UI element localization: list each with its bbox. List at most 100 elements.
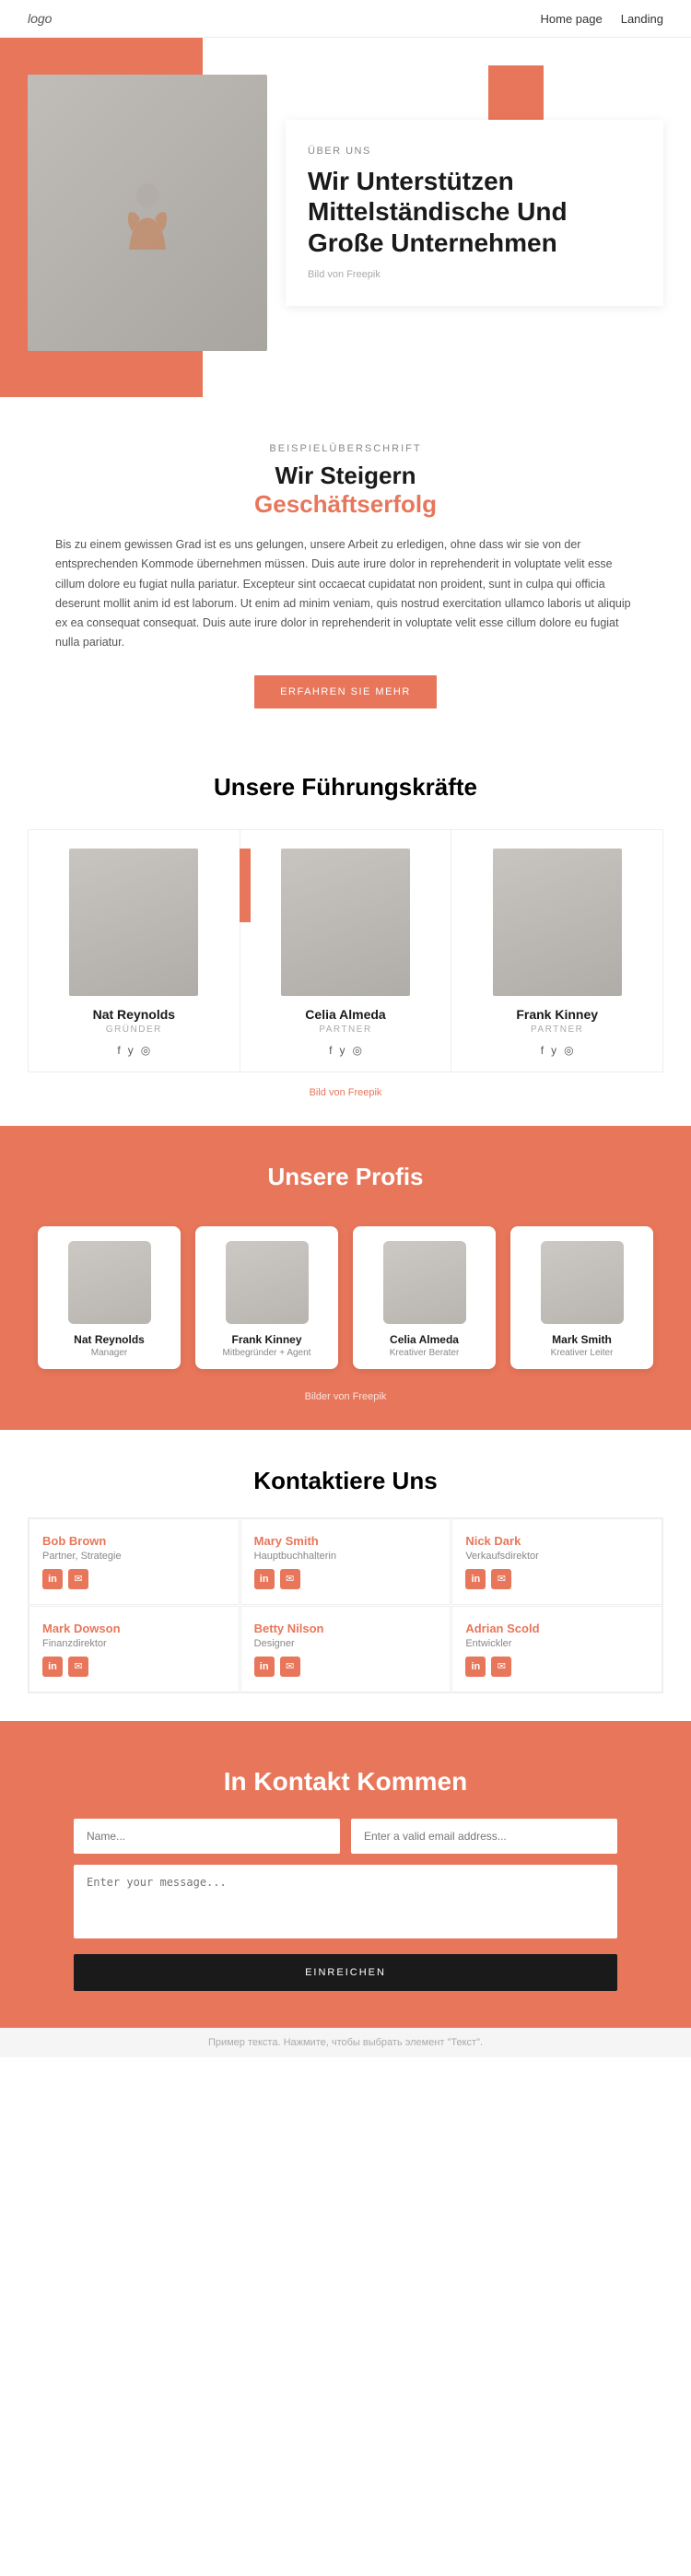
profi-name-1: Frank Kinney <box>206 1333 327 1346</box>
profi-image-0 <box>68 1241 151 1324</box>
submit-button[interactable]: EINREICHEN <box>74 1954 617 1991</box>
steigern-tag: BEISPIELÜBERSCHRIFT <box>55 443 636 454</box>
leadership-grid: Nat Reynolds GRÜNDER f y ◎ Celia Almeda … <box>28 829 663 1072</box>
kontakt-role-2: Verkaufsdirektor <box>465 1551 649 1562</box>
leader-socials-0: f y ◎ <box>117 1044 150 1057</box>
nav-landing[interactable]: Landing <box>621 12 663 26</box>
email-icon[interactable]: ✉ <box>491 1657 511 1677</box>
leader-accent <box>240 849 251 922</box>
hero-text-card: ÜBER UNS Wir Unterstützen Mittelständisc… <box>286 120 663 307</box>
kontakt-name-4: Betty Nilson <box>254 1622 438 1635</box>
instagram-icon[interactable]: ◎ <box>141 1044 150 1057</box>
profis-section: Unsere Profis Nat Reynolds Manager Frank… <box>0 1126 691 1430</box>
linkedin-icon[interactable]: in <box>254 1657 275 1677</box>
form-title: In Kontakt Kommen <box>74 1767 617 1797</box>
linkedin-icon[interactable]: in <box>465 1657 486 1677</box>
hero-section: ÜBER UNS Wir Unterstützen Mittelständisc… <box>0 38 691 397</box>
kontakt-icons-4: in ✉ <box>254 1657 438 1677</box>
kontakt-role-3: Finanzdirektor <box>42 1638 226 1649</box>
email-icon[interactable]: ✉ <box>280 1569 300 1589</box>
profi-role-3: Kreativer Leiter <box>521 1348 642 1358</box>
twitter-icon[interactable]: y <box>128 1044 134 1057</box>
linkedin-icon[interactable]: in <box>465 1569 486 1589</box>
kontakt-role-0: Partner, Strategie <box>42 1551 226 1562</box>
kontakt-icons-5: in ✉ <box>465 1657 649 1677</box>
leader-image-1 <box>281 849 410 996</box>
profi-image-1 <box>226 1241 309 1324</box>
leader-role-1: PARTNER <box>319 1025 371 1035</box>
profi-card-0: Nat Reynolds Manager <box>38 1226 181 1369</box>
facebook-icon[interactable]: f <box>541 1044 544 1057</box>
email-icon[interactable]: ✉ <box>68 1657 88 1677</box>
leader-role-0: GRÜNDER <box>106 1025 162 1035</box>
kontakt-icons-3: in ✉ <box>42 1657 226 1677</box>
leader-image-0 <box>69 849 198 996</box>
twitter-icon[interactable]: y <box>551 1044 556 1057</box>
profis-note: Bilder von Freepik <box>18 1391 673 1402</box>
name-input[interactable] <box>74 1819 340 1854</box>
message-input[interactable] <box>74 1865 617 1938</box>
profi-image-3 <box>541 1241 624 1324</box>
kontakt-section: Kontaktiere Uns Bob Brown Partner, Strat… <box>0 1430 691 1721</box>
leader-name-0: Nat Reynolds <box>93 1007 175 1022</box>
leader-image-2 <box>493 849 622 996</box>
kontakt-name-0: Bob Brown <box>42 1534 226 1548</box>
kontakt-name-5: Adrian Scold <box>465 1622 649 1635</box>
email-icon[interactable]: ✉ <box>491 1569 511 1589</box>
form-section: In Kontakt Kommen EINREICHEN <box>0 1721 691 2028</box>
leader-socials-2: f y ◎ <box>541 1044 574 1057</box>
leadership-title: Unsere Führungskräfte <box>28 773 663 802</box>
hero-image-placeholder <box>28 75 267 351</box>
leader-name-1: Celia Almeda <box>305 1007 385 1022</box>
steigern-section: BEISPIELÜBERSCHRIFT Wir Steigern Geschäf… <box>0 397 691 736</box>
profis-title: Unsere Profis <box>18 1163 673 1191</box>
twitter-icon[interactable]: y <box>339 1044 345 1057</box>
kontakt-title: Kontaktiere Uns <box>28 1467 663 1495</box>
kontakt-icons-0: in ✉ <box>42 1569 226 1589</box>
profi-card-2: Celia Almeda Kreativer Berater <box>353 1226 496 1369</box>
linkedin-icon[interactable]: in <box>254 1569 275 1589</box>
email-input[interactable] <box>351 1819 617 1854</box>
leader-socials-1: f y ◎ <box>329 1044 362 1057</box>
email-icon[interactable]: ✉ <box>280 1657 300 1677</box>
linkedin-icon[interactable]: in <box>42 1569 63 1589</box>
nav-home[interactable]: Home page <box>541 12 603 26</box>
kontakt-role-1: Hauptbuchhalterin <box>254 1551 438 1562</box>
instagram-icon[interactable]: ◎ <box>564 1044 573 1057</box>
kontakt-card-2: Nick Dark Verkaufsdirektor in ✉ <box>451 1518 662 1605</box>
profi-name-3: Mark Smith <box>521 1333 642 1346</box>
linkedin-icon[interactable]: in <box>42 1657 63 1677</box>
kontakt-role-5: Entwickler <box>465 1638 649 1649</box>
facebook-icon[interactable]: f <box>329 1044 332 1057</box>
steigern-body: Bis zu einem gewissen Grad ist es uns ge… <box>55 535 636 653</box>
kontakt-card-0: Bob Brown Partner, Strategie in ✉ <box>29 1518 240 1605</box>
facebook-icon[interactable]: f <box>117 1044 120 1057</box>
freepik-note: Bild von Freepik <box>28 1087 663 1098</box>
kontakt-name-2: Nick Dark <box>465 1534 649 1548</box>
kontakt-card-1: Mary Smith Hauptbuchhalterin in ✉ <box>240 1518 451 1605</box>
navigation: logo Home page Landing <box>0 0 691 38</box>
leader-role-2: PARTNER <box>531 1025 583 1035</box>
email-icon[interactable]: ✉ <box>68 1569 88 1589</box>
profi-card-1: Frank Kinney Mitbegründer + Agent <box>195 1226 338 1369</box>
nav-links: Home page Landing <box>541 12 664 26</box>
logo: logo <box>28 11 52 26</box>
hero-title: Wir Unterstützen Mittelständische Und Gr… <box>308 166 641 259</box>
steigern-btn[interactable]: ERFAHREN SIE MEHR <box>254 675 437 708</box>
leader-name-2: Frank Kinney <box>516 1007 598 1022</box>
profi-role-0: Manager <box>49 1348 170 1358</box>
kontakt-card-5: Adrian Scold Entwickler in ✉ <box>451 1606 662 1692</box>
profi-role-2: Kreativer Berater <box>364 1348 485 1358</box>
steigern-title: Wir Steigern Geschäftserfolg <box>55 462 636 519</box>
kontakt-card-3: Mark Dowson Finanzdirektor in ✉ <box>29 1606 240 1692</box>
hero-tag: ÜBER UNS <box>308 146 641 157</box>
kontakt-grid: Bob Brown Partner, Strategie in ✉ Mary S… <box>28 1517 663 1693</box>
kontakt-name-3: Mark Dowson <box>42 1622 226 1635</box>
kontakt-card-4: Betty Nilson Designer in ✉ <box>240 1606 451 1692</box>
instagram-icon[interactable]: ◎ <box>352 1044 361 1057</box>
hero-image <box>28 75 267 351</box>
kontakt-name-1: Mary Smith <box>254 1534 438 1548</box>
footer-note: Пример текста. Нажмите, чтобы выбрать эл… <box>0 2028 691 2057</box>
profis-grid: Nat Reynolds Manager Frank Kinney Mitbeg… <box>18 1219 673 1376</box>
kontakt-icons-2: in ✉ <box>465 1569 649 1589</box>
